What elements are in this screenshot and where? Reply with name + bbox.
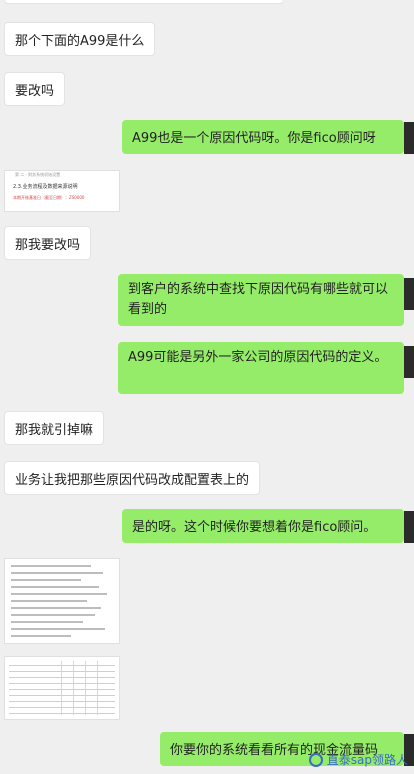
message-text: 是的呀。这个时候你要想着你是fico顾问。 <box>132 520 377 535</box>
avatar[interactable] <box>404 122 414 154</box>
avatar[interactable] <box>404 511 414 543</box>
message-text: 那个下面的A99是什么 <box>15 34 145 49</box>
sheet-row <box>9 713 115 714</box>
message-text: A99可能是另外一家公司的原因代码的定义。 <box>128 350 388 365</box>
code-line <box>11 579 81 581</box>
avatar[interactable] <box>404 346 414 378</box>
code-line <box>11 586 99 588</box>
image-message-doc[interactable]: 第 二 · 财务系统初始设置 2.3.业务流程及数据来源说明 本期开账基准日（截… <box>4 170 120 212</box>
sheet-row <box>9 701 115 702</box>
sheet-row <box>9 689 115 690</box>
code-line <box>11 614 95 616</box>
watermark-text: 直泰sap领路人 <box>326 753 408 767</box>
message-bubble[interactable]: 那我要改吗 <box>4 226 92 260</box>
avatar[interactable] <box>404 278 414 310</box>
message-bubble[interactable]: 是的呀。这个时候你要想着你是fico顾问。 <box>122 509 410 543</box>
doc-section: 2.3.业务流程及数据来源说明 <box>13 184 78 190</box>
message-text: 那我就引掉嘛 <box>15 423 94 438</box>
message-text: 业务让我把那些原因代码改成配置表上的 <box>15 473 250 488</box>
code-line <box>11 628 105 630</box>
doc-header: 第 二 · 财务系统初始设置 <box>15 172 61 177</box>
code-line <box>11 565 91 567</box>
sheet-row <box>9 677 115 678</box>
code-line <box>11 600 87 602</box>
message-text: 要改吗 <box>15 84 55 99</box>
message-bubble-partial <box>4 0 284 4</box>
image-message-code[interactable] <box>4 558 120 644</box>
sheet-row <box>9 683 115 684</box>
sheet-row <box>9 671 115 672</box>
doc-red-note: 本期开账基准日（截至日期）：ZS0000 <box>13 195 85 200</box>
message-bubble[interactable]: A99也是一个原因代码呀。你是fico顾问呀 <box>122 120 410 154</box>
code-line <box>11 593 107 595</box>
code-line <box>11 572 103 574</box>
code-line <box>11 635 71 637</box>
message-text: 到客户的系统中查找下原因代码有哪些就可以看到的 <box>128 282 389 317</box>
message-text: A99也是一个原因代码呀。你是fico顾问呀 <box>132 131 376 146</box>
code-line <box>11 607 101 609</box>
message-bubble[interactable]: 那个下面的A99是什么 <box>4 22 156 56</box>
watermark: 直泰sap领路人 <box>308 751 408 768</box>
message-bubble[interactable]: 到客户的系统中查找下原因代码有哪些就可以看到的 <box>118 274 410 326</box>
message-text: 那我要改吗 <box>15 238 81 253</box>
message-bubble[interactable]: 要改吗 <box>4 72 66 106</box>
code-line <box>11 621 83 623</box>
wechat-icon <box>308 752 323 767</box>
sheet-row <box>9 707 115 708</box>
image-message-sheet[interactable] <box>4 656 120 720</box>
message-bubble[interactable]: A99可能是另外一家公司的原因代码的定义。 <box>118 342 410 394</box>
message-bubble[interactable]: 那我就引掉嘛 <box>4 411 105 445</box>
sheet-row <box>9 665 115 666</box>
sheet-row <box>9 695 115 696</box>
message-bubble[interactable]: 业务让我把那些原因代码改成配置表上的 <box>4 461 261 495</box>
